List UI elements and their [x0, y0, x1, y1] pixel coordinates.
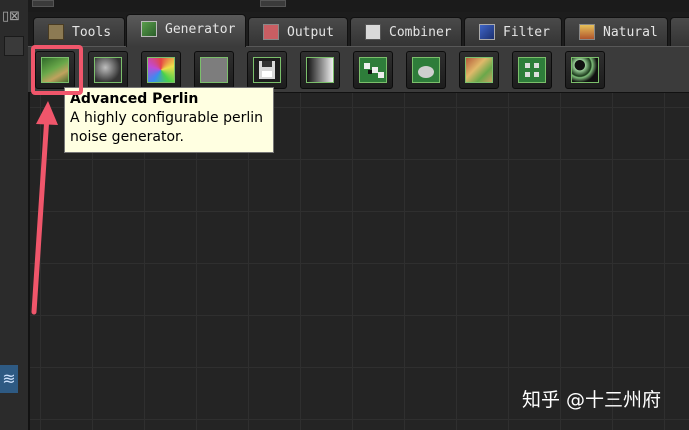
tab-generator[interactable]: Generator: [126, 14, 246, 47]
annotation-arrow-icon: [31, 101, 58, 315]
watermark: 知乎 @十三州府: [522, 389, 662, 411]
generator-icon: [141, 21, 157, 37]
app-window: ▯⊠ ≋ Tools Generator Output Combiner Fil…: [0, 0, 689, 430]
